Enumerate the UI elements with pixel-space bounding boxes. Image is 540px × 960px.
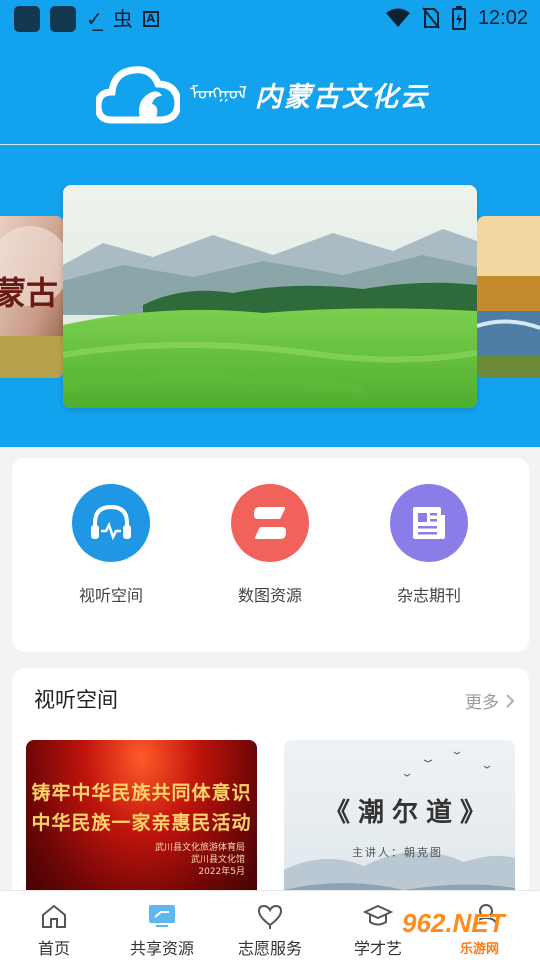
home-icon <box>39 903 69 929</box>
menu-label: 数图资源 <box>237 586 302 605</box>
a-icon: A <box>142 11 159 27</box>
video-thumbnail[interactable]: 铸牢中华民族共同体意识 中华民族一家亲惠民活动 武川县文化旅游体育局 武川县文化… <box>26 740 257 908</box>
watermark-brand: 962.NET <box>402 908 505 938</box>
thumbnail-title: 《潮尔道》 <box>324 798 495 828</box>
nav-label: 共享资源 <box>129 939 194 958</box>
more-label: 更多 <box>465 693 499 713</box>
newspaper-icon <box>390 484 468 562</box>
app-icon <box>14 6 40 32</box>
book-s-icon <box>231 484 309 562</box>
nav-label: 志愿服务 <box>237 939 302 958</box>
chevron-right-icon <box>506 693 515 708</box>
watermark-site-name: 乐游网 <box>460 942 500 957</box>
more-link[interactable]: 更多 <box>465 688 515 713</box>
nav-volunteer[interactable]: 志愿服务 <box>216 903 324 959</box>
graduation-cap-icon <box>363 903 393 929</box>
battery-icon <box>451 6 466 30</box>
heart-icon <box>255 903 285 929</box>
cloud-horse-logo-icon <box>96 66 180 124</box>
thumbnail-title-line1: 铸牢中华民族共同体意识 <box>31 782 252 804</box>
nav-shared-resources[interactable]: 共享资源 <box>108 903 216 959</box>
menu-item-digital-library[interactable]: 数图资源 <box>205 484 335 606</box>
thumbnail-date: 2022年5月 <box>198 867 245 877</box>
menu-label: 视听空间 <box>78 586 143 605</box>
status-time: 12:02 <box>477 6 528 29</box>
banner-slide-current[interactable] <box>63 185 477 408</box>
wifi-icon <box>385 8 410 27</box>
app-header: ᠮᠣᠩᠭᠣᠯ 内蒙古文化云 <box>0 38 540 144</box>
checklist-icon: ✓̲ <box>86 7 103 31</box>
menu-item-magazines[interactable]: 杂志期刊 <box>364 484 494 606</box>
banner-slide-prev[interactable]: 蒙古 <box>0 216 64 378</box>
thumbnail-title-line2: 中华民族一家亲惠民活动 <box>31 812 252 834</box>
banner-carousel[interactable]: 蒙古 <box>0 145 540 447</box>
grassland-landscape-image <box>63 185 477 408</box>
bug-icon: 虫 <box>112 7 133 31</box>
no-sim-icon <box>422 7 440 29</box>
menu-label: 杂志期刊 <box>396 586 461 605</box>
nav-home[interactable]: 首页 <box>0 903 108 959</box>
banner-slide-next[interactable] <box>477 216 540 378</box>
audio-visual-section: 视听空间 更多 铸牢中华民族共同体意识 中华民族一家亲惠民活动 武川县文化旅游体… <box>12 668 529 908</box>
nav-label: 首页 <box>37 939 70 958</box>
site-watermark: 962.NET 乐游网 <box>402 908 534 957</box>
section-title: 视听空间 <box>34 688 118 712</box>
thumbnail-speaker: 主讲人：朝克图 <box>352 846 443 859</box>
app-logo: ᠮᠣᠩᠭᠣᠯ 内蒙古文化云 <box>96 62 446 126</box>
menu-item-audio-visual[interactable]: 视听空间 <box>46 484 176 606</box>
video-thumbnail[interactable]: 《潮尔道》 主讲人：朝克图 <box>284 740 515 908</box>
quick-menu-card: 视听空间 数图资源 杂志期刊 <box>12 458 529 652</box>
app-icon <box>50 6 76 32</box>
headphones-icon <box>72 484 150 562</box>
app-title: 内蒙古文化云 <box>254 81 429 113</box>
banner-left-text: 蒙古 <box>0 274 59 312</box>
status-bar: ✓̲ 虫 A 12:02 <box>0 0 540 38</box>
monitor-icon <box>147 903 177 929</box>
logo-mongolian-script: ᠮᠣᠩᠭᠣᠯ <box>190 83 247 104</box>
river-landscape-image <box>477 216 540 378</box>
